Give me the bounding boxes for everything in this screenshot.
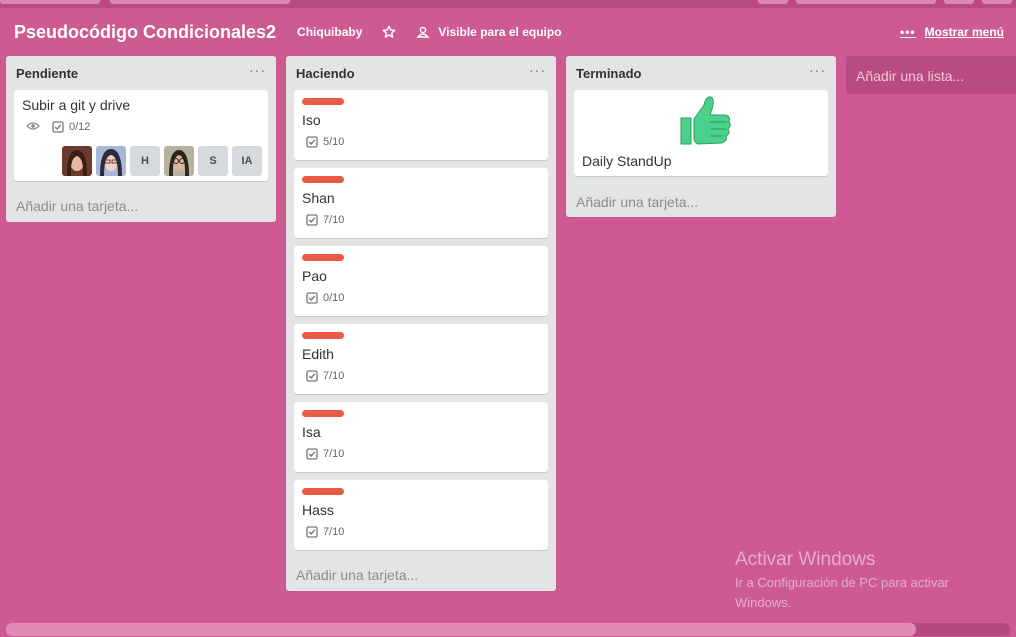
add-card-button[interactable]: Añadir una tarjeta... (576, 194, 698, 210)
list-menu-icon[interactable]: ··· (809, 62, 826, 78)
card-title: Hass (302, 502, 334, 518)
red-label (302, 176, 344, 183)
checklist-icon (306, 214, 318, 226)
red-label (302, 254, 344, 261)
member-avatar-initials[interactable]: H (130, 146, 160, 176)
checklist-icon (306, 292, 318, 304)
watching-badge (26, 121, 45, 131)
red-label (302, 488, 344, 495)
card[interactable]: Shan 7/10 (294, 168, 548, 238)
checklist-badge: 7/10 (306, 214, 344, 226)
card-title: Daily StandUp (582, 153, 672, 169)
show-menu-label: Mostrar menú (924, 25, 1004, 39)
windows-activation-watermark: Activar Windows Ir a Configuración de PC… (735, 549, 1005, 613)
member-avatar[interactable] (96, 146, 126, 176)
card-title: Isa (302, 424, 321, 440)
checklist-icon (306, 136, 318, 148)
checklist-icon (306, 526, 318, 538)
member-avatar[interactable] (62, 146, 92, 176)
visibility-button[interactable]: Visible para el equipo (416, 25, 562, 39)
watermark-title: Activar Windows (735, 549, 876, 570)
checklist-icon (306, 448, 318, 460)
member-avatar-initials[interactable]: S (198, 146, 228, 176)
star-icon[interactable] (382, 25, 396, 39)
board-header: Pseudocódigo Condicionales2 Chiquibaby V… (14, 18, 1004, 46)
card[interactable]: Iso 5/10 (294, 90, 548, 160)
team-name-button[interactable]: Chiquibaby (297, 25, 362, 39)
card-title: Shan (302, 190, 335, 206)
checklist-count: 0/10 (323, 292, 345, 304)
more-icon: ••• (900, 25, 916, 39)
team-icon (416, 26, 430, 38)
red-label (302, 332, 344, 339)
checklist-badge: 5/10 (306, 136, 344, 148)
scrollbar-thumb[interactable] (6, 623, 916, 636)
card[interactable]: Edith 7/10 (294, 324, 548, 394)
member-avatar-initials[interactable]: IA (232, 146, 262, 176)
add-list-label: Añadir una lista... (856, 68, 965, 84)
checklist-badge: 0/12 (52, 121, 90, 133)
checklist-count: 7/10 (323, 214, 345, 226)
checklist-count: 7/10 (323, 526, 345, 538)
add-card-button[interactable]: Añadir una tarjeta... (16, 198, 138, 214)
member-avatar[interactable] (164, 146, 194, 176)
visibility-label: Visible para el equipo (438, 25, 562, 39)
list-title[interactable]: Terminado (576, 66, 642, 81)
list-header: Terminado ··· (566, 56, 836, 90)
card[interactable]: Daily StandUp (574, 90, 828, 176)
checklist-icon (52, 121, 64, 133)
checklist-badge: 7/10 (306, 526, 344, 538)
list-header: Pendiente ··· (6, 56, 276, 90)
add-card-button[interactable]: Añadir una tarjeta... (296, 567, 418, 583)
top-toolbar-strip (0, 0, 1016, 8)
checklist-count: 7/10 (323, 370, 345, 382)
checklist-icon (306, 370, 318, 382)
card[interactable]: Pao 0/10 (294, 246, 548, 316)
red-label (302, 98, 344, 105)
list-title[interactable]: Haciendo (296, 66, 355, 81)
card-title: Edith (302, 346, 334, 362)
add-list-button[interactable]: Añadir una lista... (846, 56, 1016, 94)
card[interactable]: Hass 7/10 (294, 480, 548, 550)
card-title: Pao (302, 268, 327, 284)
card[interactable]: Isa 7/10 (294, 402, 548, 472)
thumbs-up-icon (674, 92, 736, 155)
checklist-count: 7/10 (323, 448, 345, 460)
list-haciendo: Haciendo ··· Iso 5/10 Shan 7/10 Pao 0/10… (286, 56, 556, 591)
checklist-badge: 7/10 (306, 448, 344, 460)
show-menu-button[interactable]: ••• Mostrar menú (900, 25, 1004, 39)
list-title[interactable]: Pendiente (16, 66, 78, 81)
horizontal-scrollbar[interactable] (6, 623, 1010, 636)
list-menu-icon[interactable]: ··· (249, 62, 266, 78)
card[interactable]: Subir a git y drive 0/12 H S IA (14, 90, 268, 181)
eye-icon (26, 122, 40, 130)
checklist-badge: 7/10 (306, 370, 344, 382)
checklist-badge: 0/10 (306, 292, 344, 304)
card-title: Subir a git y drive (22, 97, 131, 113)
list-menu-icon[interactable]: ··· (529, 62, 546, 78)
list-pendiente: Pendiente ··· Subir a git y drive 0/12 H… (6, 56, 276, 222)
list-header: Haciendo ··· (286, 56, 556, 90)
watermark-subtitle: Ir a Configuración de PC para activar Wi… (735, 575, 949, 610)
red-label (302, 410, 344, 417)
card-title: Iso (302, 112, 321, 128)
checklist-count: 0/12 (69, 121, 91, 133)
checklist-count: 5/10 (323, 136, 345, 148)
list-terminado: Terminado ··· Daily StandUp Añadir una t… (566, 56, 836, 217)
board-title[interactable]: Pseudocódigo Condicionales2 (14, 22, 276, 43)
